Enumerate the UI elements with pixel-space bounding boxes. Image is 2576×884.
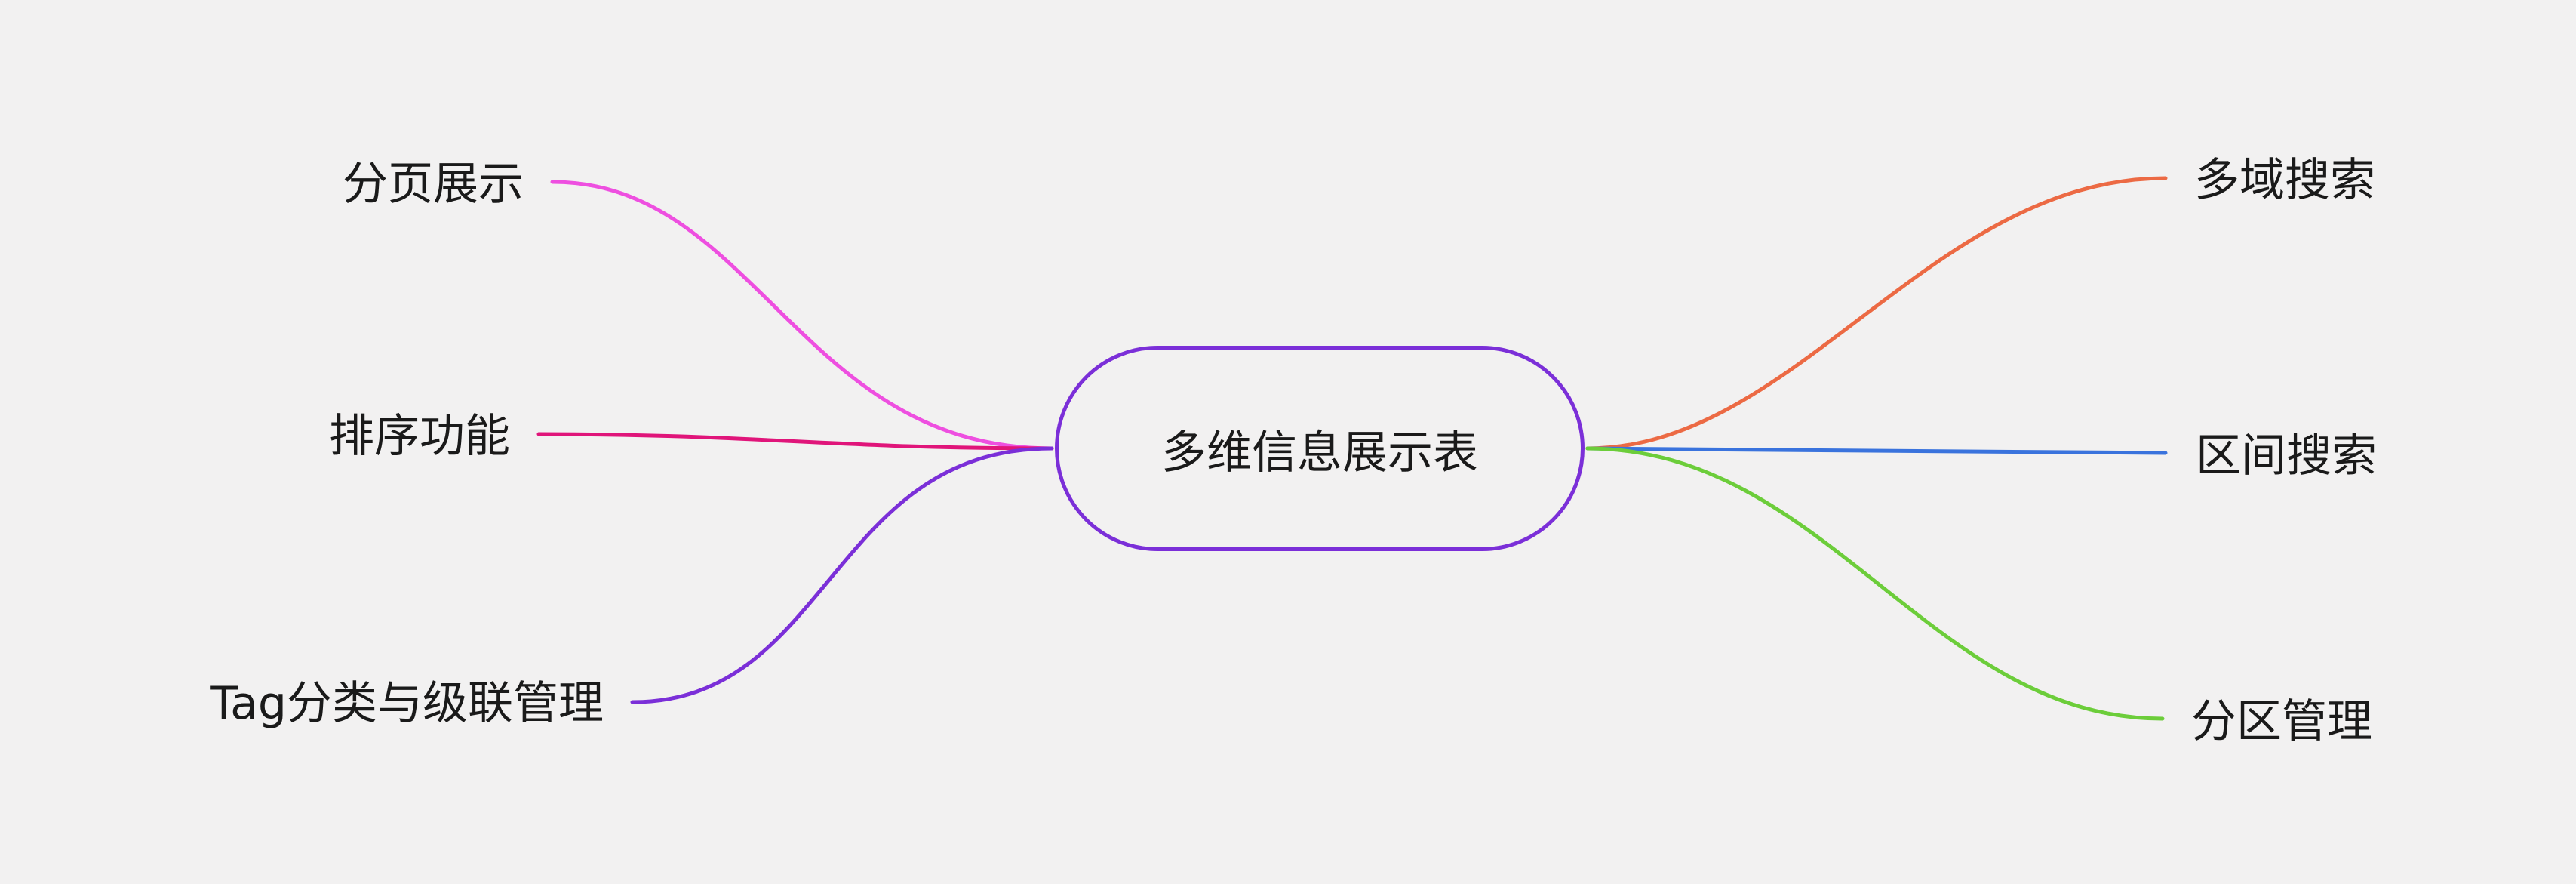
- branch-node-fenye-zhanshi[interactable]: 分页展示: [343, 154, 524, 214]
- branch-node-qujian-sousuo[interactable]: 区间搜索: [2196, 426, 2377, 486]
- connector-qujian-sousuo: [1585, 446, 2168, 455]
- branch-node-label: Tag分类与级联管理: [210, 677, 604, 730]
- connector-tag-fenlei: [630, 446, 1054, 704]
- branch-node-fenqu-guanli[interactable]: 分区管理: [2191, 691, 2372, 752]
- root-node[interactable]: 多维信息展示表: [1055, 346, 1585, 551]
- branch-node-label: 多域搜索: [2194, 154, 2375, 207]
- connector-fenye-zhanshi: [550, 180, 1054, 451]
- connector-paixu-gongneng: [536, 432, 1054, 451]
- mindmap-canvas: 多维信息展示表 多域搜索 区间搜索 分区管理 分页展示 排序功能 Tag分类与级…: [0, 0, 2576, 884]
- root-node-label: 多维信息展示表: [1161, 426, 1478, 479]
- branch-node-duoyu-sousuo[interactable]: 多域搜索: [2194, 150, 2375, 211]
- branch-node-label: 排序功能: [329, 410, 510, 463]
- branch-node-label: 分页展示: [343, 158, 524, 211]
- branch-node-label: 分区管理: [2191, 695, 2372, 748]
- branch-node-paixu-gongneng[interactable]: 排序功能: [329, 406, 510, 467]
- branch-node-tag-fenlei[interactable]: Tag分类与级联管理: [210, 673, 604, 734]
- branch-node-label: 区间搜索: [2196, 430, 2377, 482]
- connector-fenqu-guanli: [1585, 446, 2165, 721]
- connector-duoyu-sousuo: [1585, 176, 2168, 451]
